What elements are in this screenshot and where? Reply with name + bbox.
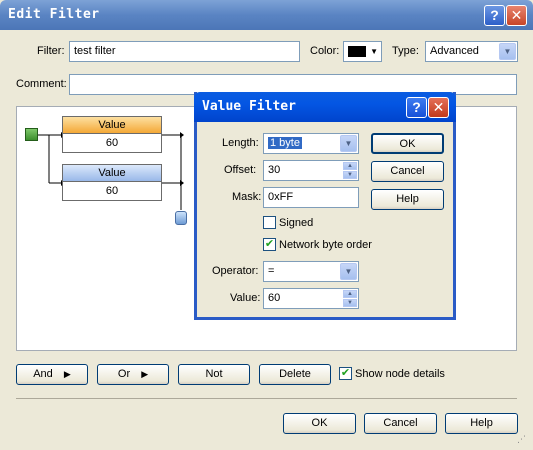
arrow-right-icon: ▶ bbox=[141, 369, 149, 379]
or-label: Or bbox=[117, 368, 131, 380]
close-icon[interactable]: ✕ bbox=[506, 5, 527, 26]
operator-select[interactable]: = ▼ bbox=[263, 261, 359, 282]
color-swatch bbox=[348, 46, 366, 57]
type-select[interactable]: Advanced ▼ bbox=[425, 41, 518, 62]
chevron-down-icon: ▼ bbox=[499, 43, 516, 60]
show-details-label: Show node details bbox=[355, 368, 445, 380]
network-byte-order-checkbox[interactable]: ✔ bbox=[263, 238, 276, 251]
edit-filter-window: Edit Filter ? ✕ Filter: test filter Colo… bbox=[0, 0, 533, 450]
spin-buttons[interactable]: ▲ ▼ bbox=[343, 290, 357, 307]
offset-value: 30 bbox=[268, 164, 281, 176]
mask-input[interactable]: 0xFF bbox=[263, 187, 359, 208]
value-stepper[interactable]: 60 ▲ ▼ bbox=[263, 288, 359, 309]
filter-label: Filter: bbox=[37, 45, 65, 57]
length-value: 1 byte bbox=[268, 137, 302, 149]
node-value: 60 bbox=[105, 137, 119, 149]
node-header: Value bbox=[63, 165, 161, 182]
signed-label: Signed bbox=[279, 217, 314, 229]
value-filter-dialog: Value Filter ? ✕ Length: 1 byte ▼ Offset… bbox=[194, 92, 456, 320]
title-bar[interactable]: Edit Filter ? ✕ bbox=[0, 0, 533, 30]
value-node[interactable]: Value 60 bbox=[62, 116, 162, 153]
color-label: Color: bbox=[310, 45, 340, 57]
length-label: Length: bbox=[222, 137, 259, 149]
window-title: Edit Filter bbox=[8, 7, 100, 22]
chevron-down-icon: ▼ bbox=[340, 263, 357, 280]
network-byte-order-label: Network byte order bbox=[279, 239, 372, 251]
node-header: Value bbox=[63, 117, 161, 134]
signed-checkbox[interactable] bbox=[263, 216, 276, 229]
node-value: 60 bbox=[105, 185, 119, 197]
dialog-ok-button[interactable]: OK bbox=[371, 133, 444, 154]
dialog-cancel-button[interactable]: Cancel bbox=[371, 161, 444, 182]
color-picker[interactable]: ▼ bbox=[343, 41, 382, 62]
close-icon[interactable]: ✕ bbox=[428, 97, 449, 118]
operator-label: Operator: bbox=[212, 265, 259, 277]
help-title-icon[interactable]: ? bbox=[406, 97, 427, 118]
chevron-down-icon: ▼ bbox=[370, 47, 378, 56]
value-label: Value: bbox=[230, 292, 261, 304]
comment-label: Comment: bbox=[16, 78, 67, 90]
chevron-down-icon: ▼ bbox=[340, 135, 357, 152]
dialog-title: Value Filter bbox=[202, 99, 296, 114]
and-label: And bbox=[33, 368, 53, 380]
mask-label: Mask: bbox=[232, 191, 262, 203]
type-label: Type: bbox=[392, 45, 419, 57]
operator-value: = bbox=[268, 265, 275, 277]
end-node-icon[interactable] bbox=[175, 211, 187, 225]
dialog-title-bar[interactable]: Value Filter ? ✕ bbox=[194, 92, 456, 122]
resize-grip-icon[interactable]: ⋰ bbox=[517, 434, 529, 446]
length-select[interactable]: 1 byte ▼ bbox=[263, 133, 359, 154]
and-button[interactable]: And ▶ bbox=[16, 364, 88, 385]
offset-label: Offset: bbox=[224, 164, 257, 176]
arrow-right-icon: ▶ bbox=[63, 369, 71, 379]
type-value: Advanced bbox=[430, 45, 479, 57]
or-button[interactable]: Or ▶ bbox=[97, 364, 169, 385]
delete-button[interactable]: Delete bbox=[259, 364, 331, 385]
offset-stepper[interactable]: 30 ▲ ▼ bbox=[263, 160, 359, 181]
start-node-icon[interactable] bbox=[25, 128, 38, 141]
help-title-icon[interactable]: ? bbox=[484, 5, 505, 26]
spin-buttons[interactable]: ▲ ▼ bbox=[343, 162, 357, 179]
dialog-help-button[interactable]: Help bbox=[371, 189, 444, 210]
help-button[interactable]: Help bbox=[445, 413, 518, 434]
show-details-checkbox[interactable]: ✔ bbox=[339, 367, 352, 380]
value-node[interactable]: Value 60 bbox=[62, 164, 162, 201]
divider bbox=[16, 398, 517, 399]
not-button[interactable]: Not bbox=[178, 364, 250, 385]
cancel-button[interactable]: Cancel bbox=[364, 413, 437, 434]
value-value: 60 bbox=[268, 292, 281, 304]
filter-name-input[interactable]: test filter bbox=[69, 41, 300, 62]
ok-button[interactable]: OK bbox=[283, 413, 356, 434]
